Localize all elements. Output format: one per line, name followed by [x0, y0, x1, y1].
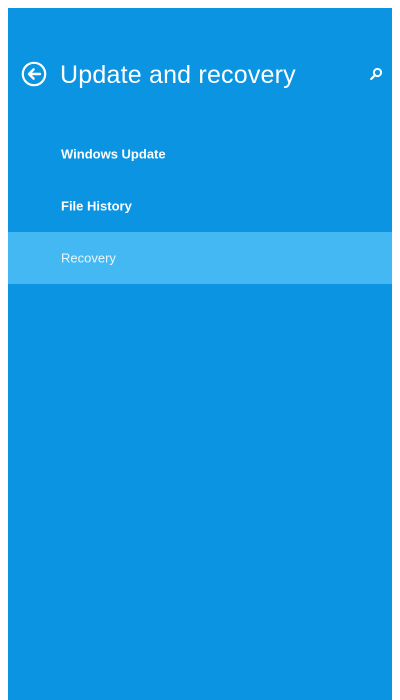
search-icon [370, 67, 383, 81]
search-button[interactable] [368, 66, 384, 82]
back-arrow-circle-icon [21, 61, 47, 87]
nav-item-label: Windows Update [61, 146, 166, 162]
nav-item-label: File History [61, 198, 132, 214]
settings-nav: Windows Update File History Recovery [8, 128, 392, 284]
page-title: Update and recovery [60, 61, 296, 89]
nav-item-file-history[interactable]: File History [8, 180, 392, 232]
nav-item-recovery[interactable]: Recovery [8, 232, 392, 284]
nav-item-windows-update[interactable]: Windows Update [8, 128, 392, 180]
nav-item-label: Recovery [61, 250, 116, 266]
header: Update and recovery [8, 58, 392, 102]
settings-panel: Update and recovery Windows Update File … [8, 8, 392, 700]
back-button[interactable] [21, 61, 47, 87]
